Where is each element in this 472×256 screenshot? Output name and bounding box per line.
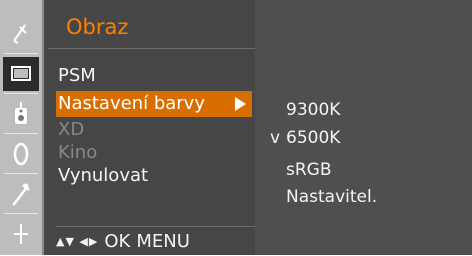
- ok-hint: OK: [104, 231, 131, 252]
- navigation-hint-bar: ▲▼ ◀▶ OK MENU: [56, 226, 256, 256]
- title-divider: [48, 48, 256, 49]
- category-icon-bar: [0, 0, 44, 255]
- submenu-item-6500k[interactable]: v 6500K: [270, 125, 460, 151]
- time-icon[interactable]: [3, 137, 39, 171]
- submenu-item-label: 6500K: [286, 128, 341, 148]
- menu-hint: MENU: [136, 231, 190, 252]
- submenu-item-srgb[interactable]: sRGB: [270, 157, 460, 183]
- submenu-item-nastavitel[interactable]: Nastavitel.: [270, 184, 460, 210]
- menu-item-psm[interactable]: PSM: [58, 63, 248, 89]
- submenu-item-9300k[interactable]: 9300K: [270, 97, 460, 123]
- option-icon[interactable]: [3, 177, 39, 211]
- menu-item-label: Nastavení barvy: [58, 93, 205, 114]
- screen-icon[interactable]: [3, 217, 39, 251]
- menu-item-vynulovat[interactable]: Vynulovat: [58, 163, 248, 189]
- menu-title: Obraz: [66, 15, 129, 39]
- navigation-arrows-icon: ▲▼ ◀▶: [56, 235, 99, 248]
- menu-item-nastaveni-barvy[interactable]: Nastavení barvy: [56, 91, 252, 117]
- check-mark: v: [270, 128, 281, 148]
- submenu-item-label: 9300K: [286, 100, 341, 120]
- sound-icon[interactable]: [3, 96, 39, 130]
- submenu-arrow-icon: [235, 97, 246, 111]
- submenu-item-label: sRGB: [286, 160, 332, 180]
- osd-menu: Obraz PSM Nastavení barvy XD Kino Vynulo…: [0, 0, 472, 255]
- picture-icon[interactable]: [3, 57, 39, 91]
- submenu-item-label: Nastavitel.: [286, 187, 378, 207]
- antenna-icon[interactable]: [3, 16, 39, 50]
